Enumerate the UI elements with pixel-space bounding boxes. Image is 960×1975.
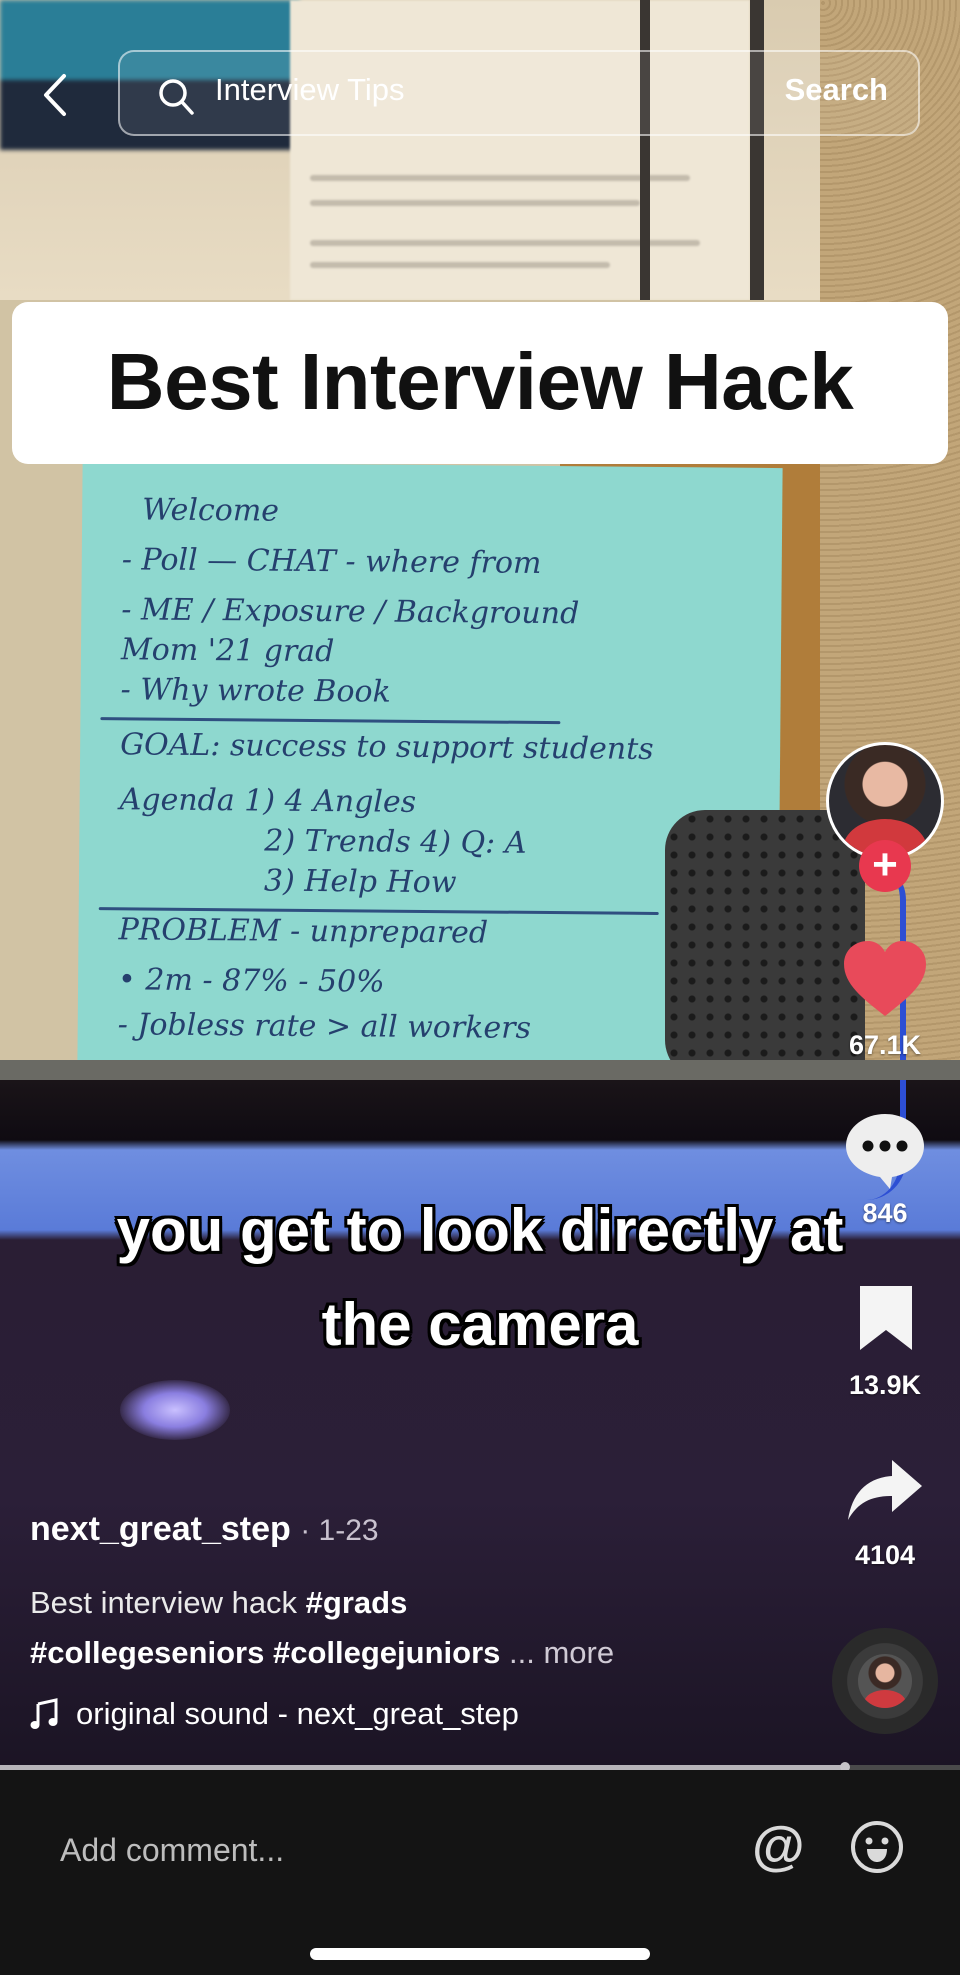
search-query[interactable]: Interview Tips bbox=[215, 72, 405, 108]
comment-icon[interactable] bbox=[844, 1112, 926, 1190]
hashtag-link[interactable]: #collegeseniors bbox=[30, 1635, 264, 1670]
creator-username[interactable]: next_great_step · 1-23 bbox=[30, 1510, 379, 1549]
note-line: - Poll — CHAT - where from bbox=[121, 542, 542, 581]
comment-count: 846 bbox=[862, 1198, 908, 1228]
search-input[interactable]: Interview Tips Search bbox=[118, 50, 920, 136]
back-button[interactable] bbox=[36, 72, 76, 118]
music-note-icon bbox=[30, 1698, 58, 1729]
post-description: Best interview hack #grads #collegesenio… bbox=[30, 1578, 750, 1678]
search-icon bbox=[159, 79, 194, 115]
note-line: Welcome bbox=[142, 492, 280, 529]
note-line: - Why wrote Book bbox=[120, 672, 391, 710]
note-line: Agenda 1) 4 Angles bbox=[119, 782, 417, 820]
background-lamp-glow bbox=[120, 1380, 230, 1440]
like-count: 67.1K bbox=[848, 1030, 922, 1060]
video-title-text: Best Interview Hack bbox=[106, 337, 854, 426]
more-link[interactable]: ... more bbox=[509, 1635, 614, 1670]
top-search-bar: Interview Tips Search bbox=[0, 50, 960, 140]
chevron-left-icon bbox=[44, 74, 66, 116]
mention-button[interactable]: @ bbox=[752, 1816, 805, 1876]
note-line: GOAL: success to support students bbox=[120, 727, 654, 767]
note-line: Mom '21 grad bbox=[120, 632, 335, 670]
note-divider bbox=[100, 717, 561, 725]
share-icon[interactable] bbox=[846, 1458, 924, 1522]
username-text[interactable]: next_great_step bbox=[30, 1510, 291, 1548]
bookmark-icon[interactable] bbox=[856, 1284, 916, 1354]
share-count: 4104 bbox=[854, 1540, 916, 1570]
sound-disc-avatar bbox=[858, 1654, 912, 1708]
note-line: • 2m - 87% - 50% bbox=[117, 962, 385, 1000]
search-button[interactable]: Search bbox=[785, 72, 888, 108]
comment-input[interactable] bbox=[60, 1822, 700, 1878]
note-line: - Jobless rate > all workers bbox=[117, 1007, 532, 1046]
sound-disc-button[interactable] bbox=[832, 1628, 938, 1734]
video-title-overlay: Best Interview Hack bbox=[12, 302, 948, 464]
hashtag-link[interactable]: #grads bbox=[306, 1585, 408, 1620]
post-date: · 1-23 bbox=[300, 1514, 379, 1547]
note-line: PROBLEM - unprepared bbox=[118, 912, 489, 951]
description-text: Best interview hack bbox=[30, 1585, 306, 1620]
background-divider bbox=[640, 0, 650, 300]
sound-link[interactable]: original sound - next_great_step bbox=[30, 1696, 519, 1732]
video-caption-line: the camera bbox=[321, 1291, 639, 1358]
hashtag-link[interactable]: #collegejuniors bbox=[273, 1635, 500, 1670]
note-line: 3) Help How bbox=[263, 863, 457, 901]
video-caption-line: you get to look directly at bbox=[116, 1197, 844, 1264]
save-count: 13.9K bbox=[848, 1370, 922, 1400]
comment-bar: @ bbox=[0, 1770, 960, 1975]
sound-name: original sound - next_great_step bbox=[76, 1696, 519, 1731]
video-player[interactable]: Welcome - Poll — CHAT - where from - ME … bbox=[0, 0, 960, 1768]
heart-icon[interactable] bbox=[842, 940, 928, 1018]
home-indicator bbox=[310, 1948, 650, 1960]
emoji-icon[interactable] bbox=[850, 1820, 904, 1874]
background-divider bbox=[750, 0, 764, 300]
background-document bbox=[290, 0, 750, 300]
follow-button[interactable]: + bbox=[859, 840, 911, 892]
background-desk-edge bbox=[0, 1060, 960, 1080]
note-line: - ME / Exposure / Background bbox=[121, 592, 580, 632]
note-line: 2) Trends 4) Q: A bbox=[264, 823, 527, 861]
